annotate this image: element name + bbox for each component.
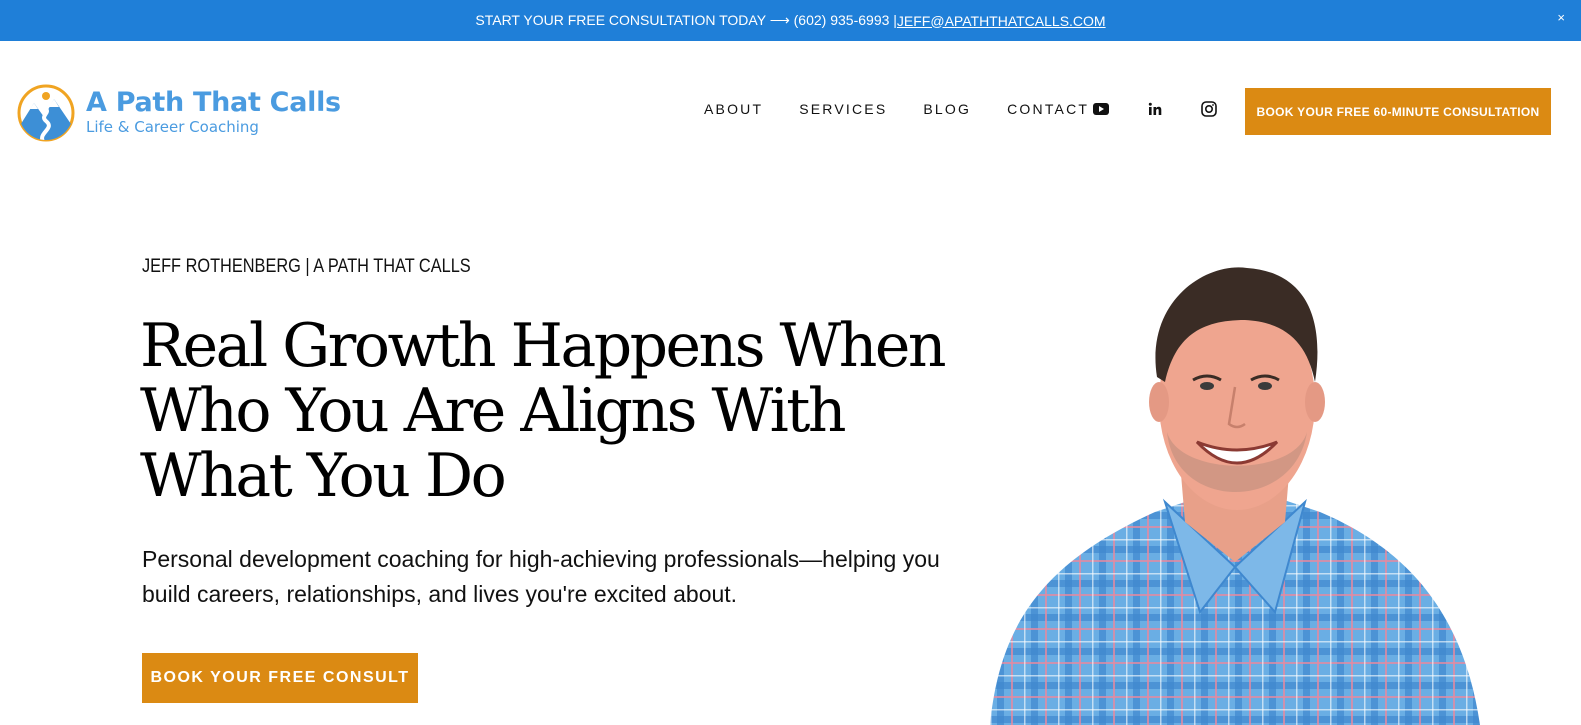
coach-portrait <box>990 267 1480 725</box>
nav-blog[interactable]: BLOG <box>923 101 971 117</box>
instagram-icon[interactable] <box>1200 100 1218 118</box>
logo-title: A Path That Calls <box>86 87 341 118</box>
announcement-bar: START YOUR FREE CONSULTATION TODAY ⟶ (60… <box>0 0 1581 41</box>
site-logo[interactable]: A Path That Calls Life & Career Coaching <box>16 83 341 143</box>
nav-about[interactable]: ABOUT <box>704 101 763 117</box>
hero-headline: Real Growth Happens When Who You Are Ali… <box>140 311 947 511</box>
book-consultation-button[interactable]: BOOK YOUR FREE 60-MINUTE CONSULTATION <box>1245 88 1551 135</box>
social-links <box>1092 100 1218 118</box>
announcement-email-link[interactable]: JEFF@APATHTHATCALLS.COM <box>897 13 1106 29</box>
main-nav: ABOUT SERVICES BLOG CONTACT <box>704 101 1089 117</box>
announcement-close-button[interactable]: × <box>1557 10 1565 25</box>
announcement-text: START YOUR FREE CONSULTATION TODAY ⟶ (60… <box>475 12 897 28</box>
linkedin-icon[interactable] <box>1146 100 1164 118</box>
hero-subtext: Personal development coaching for high-a… <box>142 546 940 607</box>
site-header: A Path That Calls Life & Career Coaching… <box>0 41 1581 181</box>
nav-contact[interactable]: CONTACT <box>1007 101 1089 117</box>
youtube-icon[interactable] <box>1092 100 1110 118</box>
logo-subtitle: Life & Career Coaching <box>86 118 259 136</box>
mountain-path-logo-icon <box>17 84 75 142</box>
hero-eyebrow: JEFF ROTHENBERG | A PATH THAT CALLS <box>142 256 471 277</box>
book-free-consult-button[interactable]: BOOK YOUR FREE CONSULT <box>142 653 418 703</box>
nav-services[interactable]: SERVICES <box>799 101 887 117</box>
